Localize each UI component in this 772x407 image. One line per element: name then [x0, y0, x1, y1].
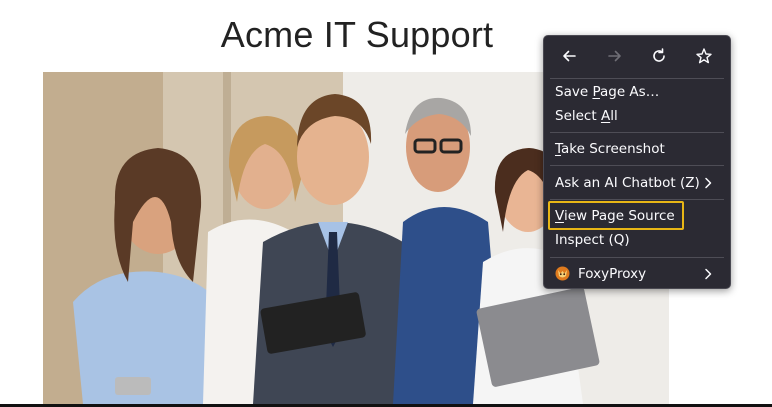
- bookmark-star-icon[interactable]: [689, 42, 719, 70]
- menu-item-ask-ai-chatbot[interactable]: Ask an AI Chatbot (Z): [555, 172, 722, 194]
- context-menu: Save Page As… Select All Take Screenshot…: [543, 35, 731, 289]
- menu-item-view-page-source[interactable]: View Page Source: [555, 205, 722, 227]
- forward-icon[interactable]: [600, 42, 630, 70]
- chevron-right-icon: [704, 263, 714, 285]
- menu-separator: [550, 165, 724, 166]
- menu-separator: [550, 257, 724, 258]
- menu-item-foxyproxy[interactable]: FoxyProxy: [555, 263, 722, 285]
- foxyproxy-icon: [555, 266, 570, 281]
- menu-item-select-all[interactable]: Select All: [555, 105, 722, 127]
- menu-item-save-page-as[interactable]: Save Page As…: [555, 81, 722, 103]
- menu-separator: [550, 132, 724, 133]
- context-menu-nav-row: [544, 42, 730, 70]
- menu-separator: [550, 199, 724, 200]
- back-icon[interactable]: [554, 42, 584, 70]
- chevron-right-icon: [704, 172, 714, 194]
- menu-separator: [550, 78, 724, 79]
- menu-item-take-screenshot[interactable]: Take Screenshot: [555, 138, 722, 160]
- menu-item-inspect[interactable]: Inspect (Q): [555, 229, 722, 251]
- reload-icon[interactable]: [644, 42, 674, 70]
